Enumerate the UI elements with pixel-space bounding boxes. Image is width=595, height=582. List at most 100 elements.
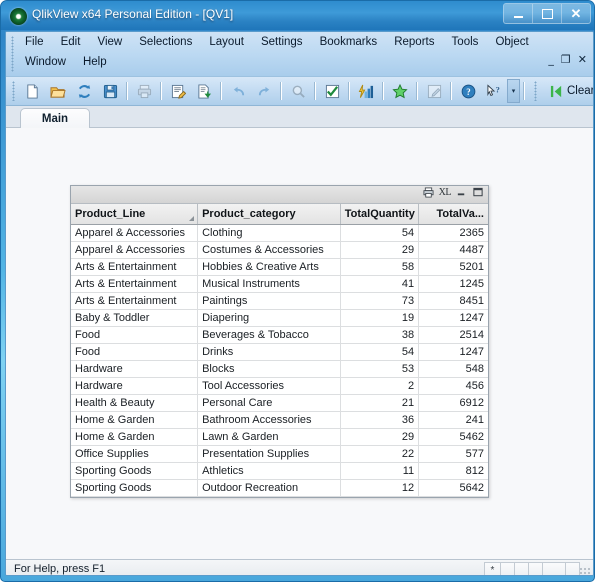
table-cell[interactable]: 5642 [418,479,488,497]
table-row[interactable]: Home & Garden Lawn & Garden 29 5462 [71,428,488,446]
menu-item-file[interactable]: File [18,34,51,50]
quick-chart-wizard-button[interactable] [354,79,378,103]
search-button[interactable] [286,79,310,103]
table-cell[interactable]: Apparel & Accessories [71,224,199,242]
table-cell[interactable]: Health & Beauty [71,394,199,412]
table-cell[interactable]: Diapering [197,309,341,327]
toolbar-overflow-button[interactable]: ▾ [507,79,520,103]
table-cell[interactable]: 4487 [418,241,488,259]
table-cell[interactable]: Food [71,326,199,344]
table-cell[interactable]: Baby & Toddler [71,309,199,327]
table-cell[interactable]: Drinks [197,343,341,361]
save-button[interactable] [98,79,122,103]
table-cell[interactable]: 29 [340,428,420,446]
table-cell[interactable]: Sporting Goods [71,479,199,497]
table-cell[interactable]: 5201 [418,258,488,276]
table-cell[interactable]: 812 [418,462,488,480]
table-cell[interactable]: 5462 [418,428,488,446]
table-row[interactable]: Sporting Goods Outdoor Recreation 12 5642 [71,479,488,497]
reload-button[interactable] [72,79,96,103]
table-row[interactable]: Arts & Entertainment Hobbies & Creative A… [71,258,488,276]
table-cell[interactable]: 2365 [418,224,488,242]
table-cell[interactable]: Presentation Supplies [197,445,341,463]
table-cell[interactable]: 73 [340,292,420,310]
menubar-drag-grip[interactable] [11,36,14,72]
table-cell[interactable]: Lawn & Garden [197,428,341,446]
minimize-object-icon[interactable] [456,187,467,198]
current-selections-button[interactable] [320,79,344,103]
column-header-product-category[interactable]: Product_category [197,204,341,225]
menu-item-window[interactable]: Window [18,54,73,70]
maximize-object-icon[interactable] [472,187,484,198]
table-cell[interactable]: Outdoor Recreation [197,479,341,497]
window-resize-grip[interactable] [580,568,591,575]
table-caption-bar[interactable]: XL [71,186,488,204]
table-cell[interactable]: Hobbies & Creative Arts [197,258,341,276]
window-minimize-button[interactable] [504,4,533,23]
table-cell[interactable]: 577 [418,445,488,463]
table-row[interactable]: Apparel & Accessories Clothing 54 2365 [71,224,488,242]
help-button[interactable]: ? [456,79,480,103]
mdi-restore-button[interactable]: ❐ [561,54,571,65]
sheet-tab-main[interactable]: Main [20,108,90,129]
redo-button[interactable] [252,79,276,103]
column-header-product-line[interactable]: Product_Line [71,204,199,225]
print-table-icon[interactable] [423,187,434,198]
open-document-button[interactable] [46,79,70,103]
table-row[interactable]: Arts & Entertainment Paintings 73 8451 [71,292,488,310]
table-row[interactable]: Food Drinks 54 1247 [71,343,488,361]
table-cell[interactable]: 29 [340,241,420,259]
new-document-button[interactable] [20,79,44,103]
table-row[interactable]: Baby & Toddler Diapering 19 1247 [71,309,488,327]
table-cell[interactable]: Costumes & Accessories [197,241,341,259]
table-cell[interactable]: Beverages & Tobacco [197,326,341,344]
table-row[interactable]: Food Beverages & Tobacco 38 2514 [71,326,488,344]
table-cell[interactable]: Hardware [71,377,199,395]
table-cell[interactable]: 6912 [418,394,488,412]
table-cell[interactable]: Athletics [197,462,341,480]
context-help-button[interactable]: ? [482,79,506,103]
table-row[interactable]: Home & Garden Bathroom Accessories 36 241 [71,411,488,429]
table-cell[interactable]: Blocks [197,360,341,378]
window-close-button[interactable]: ✕ [562,4,590,23]
export-button[interactable] [192,79,216,103]
table-cell[interactable]: 12 [340,479,420,497]
table-cell[interactable]: 11 [340,462,420,480]
menu-item-tools[interactable]: Tools [445,34,486,50]
table-cell[interactable]: 548 [418,360,488,378]
table-cell[interactable]: 38 [340,326,420,344]
table-cell[interactable]: 19 [340,309,420,327]
mdi-minimize-button[interactable]: _ [548,54,554,65]
table-cell[interactable]: Arts & Entertainment [71,292,199,310]
table-row[interactable]: Apparel & Accessories Costumes & Accessor… [71,241,488,259]
table-cell[interactable]: 36 [340,411,420,429]
table-cell[interactable]: 58 [340,258,420,276]
table-row[interactable]: Hardware Tool Accessories 2 456 [71,377,488,395]
print-button[interactable] [132,79,156,103]
table-cell[interactable]: Home & Garden [71,411,199,429]
column-header-total-value[interactable]: TotalVa... [418,204,488,225]
edit-script-button[interactable] [166,79,190,103]
table-row[interactable]: Hardware Blocks 53 548 [71,360,488,378]
table-cell[interactable]: 41 [340,275,420,293]
table-cell[interactable]: 21 [340,394,420,412]
table-row[interactable]: Health & Beauty Personal Care 21 6912 [71,394,488,412]
menu-item-layout[interactable]: Layout [202,34,251,50]
table-row[interactable]: Arts & Entertainment Musical Instruments 4… [71,275,488,293]
table-cell[interactable]: Arts & Entertainment [71,258,199,276]
menu-item-object[interactable]: Object [488,34,535,50]
table-cell[interactable]: Sporting Goods [71,462,199,480]
column-header-total-quantity[interactable]: TotalQuantity [340,204,420,225]
table-cell[interactable]: 8451 [418,292,488,310]
table-cell[interactable]: Paintings [197,292,341,310]
notes-button[interactable] [422,79,446,103]
table-cell[interactable]: 2 [340,377,420,395]
bookmarks-button[interactable] [388,79,412,103]
table-row[interactable]: Sporting Goods Athletics 11 812 [71,462,488,480]
table-cell[interactable]: Office Supplies [71,445,199,463]
table-cell[interactable]: Arts & Entertainment [71,275,199,293]
table-cell[interactable]: Tool Accessories [197,377,341,395]
table-cell[interactable]: Hardware [71,360,199,378]
straight-table-object[interactable]: XL Product_Line Product_category TotalQu… [70,185,489,498]
table-cell[interactable]: Bathroom Accessories [197,411,341,429]
